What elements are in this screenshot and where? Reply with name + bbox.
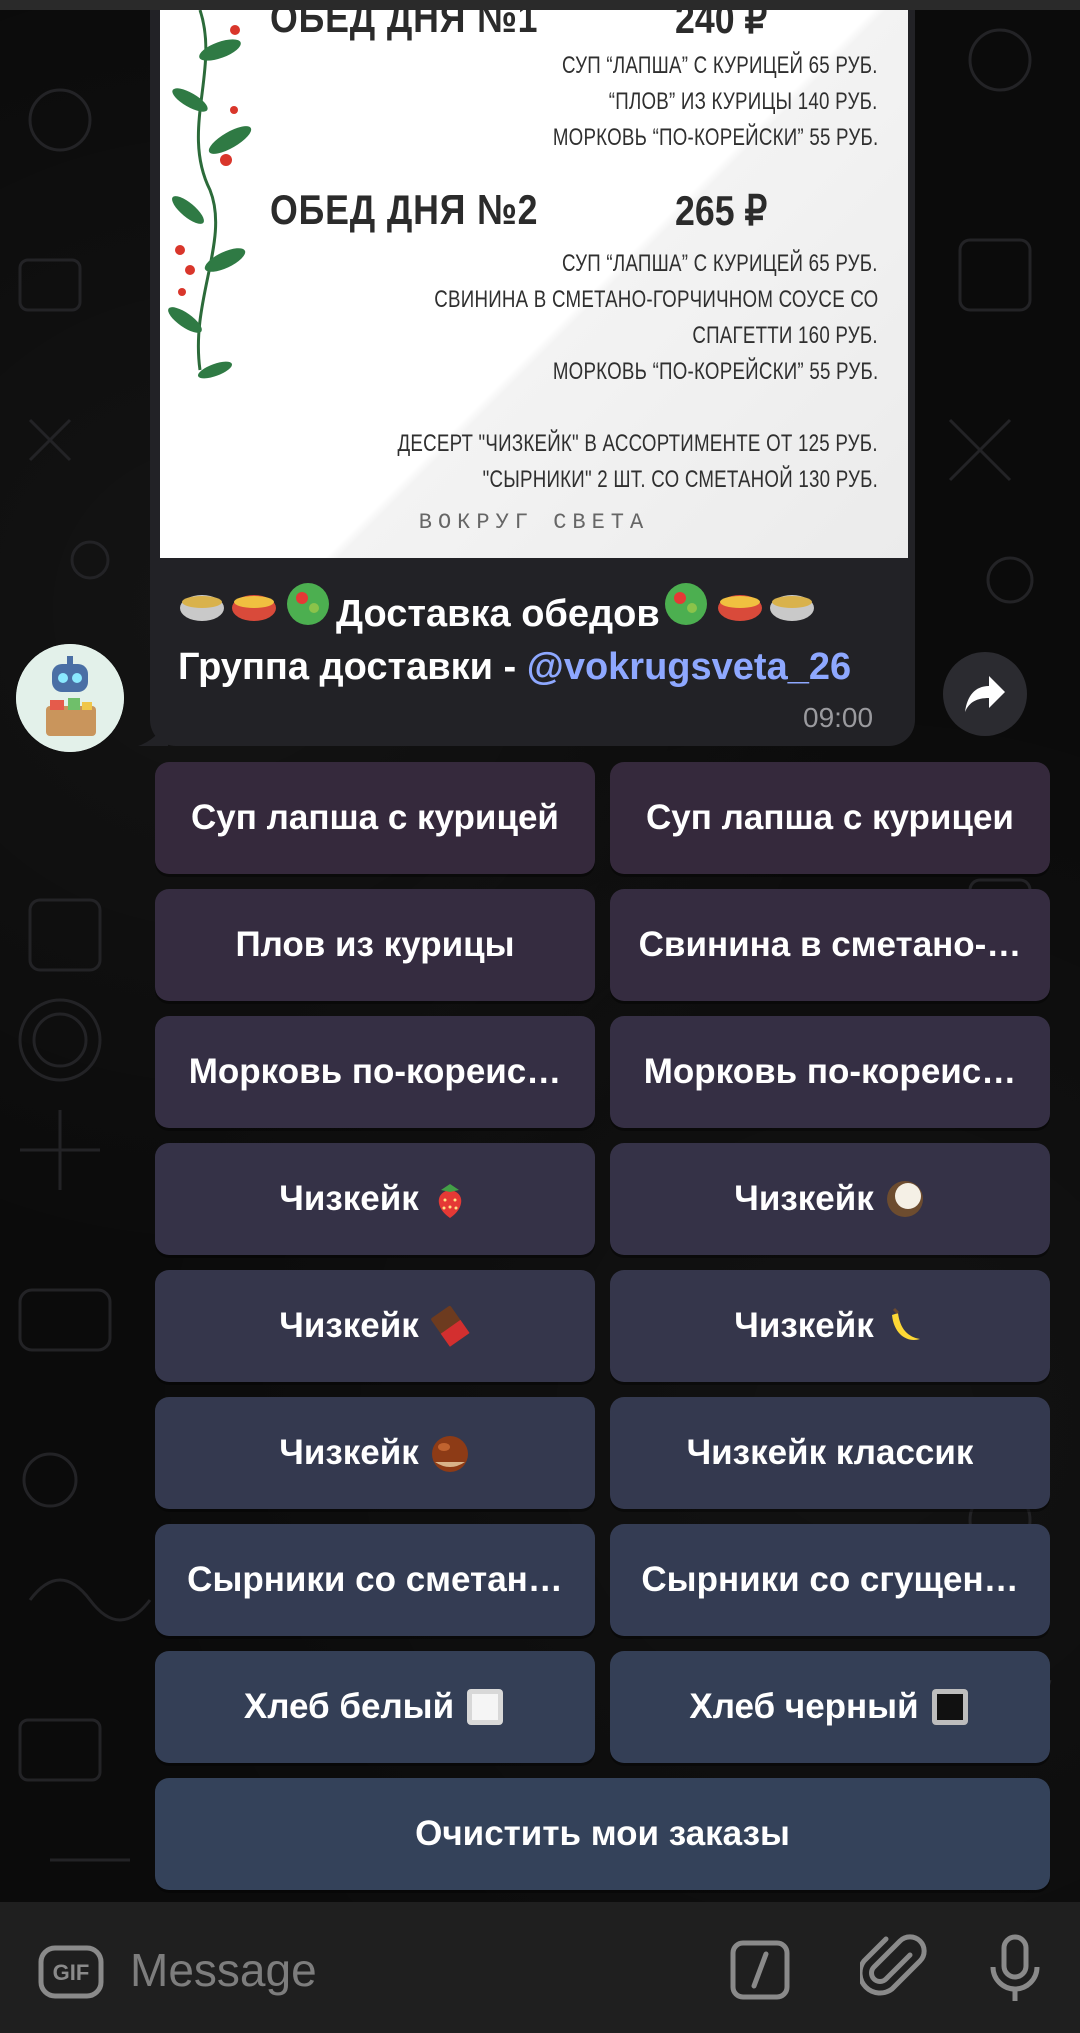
keyboard-button-label: Сырники со сгущен… (641, 1560, 1019, 1599)
strawberry-icon (438, 1184, 462, 1218)
message-time: 09:00 (803, 702, 874, 733)
lunch2-item: СУП “ЛАПША” С КУРИЦЕЙ 65 РУБ. (562, 250, 878, 277)
keyboard-button[interactable]: Морковь по-кореис… (155, 1016, 595, 1128)
keyboard-button[interactable]: Плов из курицы (155, 889, 595, 1001)
paperclip-icon[interactable] (860, 1933, 930, 2003)
keyboard-button-label: Чизкейк (279, 1306, 419, 1345)
keyboard-button-label: Морковь по-кореис… (643, 1052, 1017, 1091)
keyboard-button-label: Суп лапша с курицеи (646, 798, 1014, 837)
caption-line-2: Группа доставки - @vokrugsveta_26 (178, 641, 878, 694)
dessert-item: "СЫРНИКИ" 2 ШТ. СО СМЕТАНОЙ 130 РУБ. (482, 466, 878, 493)
lunch1-title: ОБЕД ДНЯ №1 (270, 10, 539, 41)
coconut-icon (886, 1181, 923, 1217)
keyboard-button[interactable]: Чизкейк (610, 1143, 1050, 1255)
food-emoji-icon (180, 583, 329, 625)
keyboard-button-label: Хлеб белый (243, 1687, 455, 1726)
keyboard-button-label: Плов из курицы (235, 925, 515, 964)
chestnut-icon (431, 1436, 468, 1472)
keyboard-button[interactable]: Чизкейк (155, 1270, 595, 1382)
clear-orders-label: Очистить мои заказы (415, 1814, 790, 1853)
keyboard-button-label: Чизкейк (734, 1179, 874, 1218)
keyboard-button[interactable]: Чизкейк классик (610, 1397, 1050, 1509)
lunch1-price: 240 ₽ (675, 10, 768, 42)
telegram-chat-screen: ОБЕД ДНЯ №1 240 ₽ СУП “ЛАПША” С КУРИЦЕЙ … (0, 0, 1080, 2033)
bubble-tail (138, 720, 168, 746)
banana-icon (891, 1307, 920, 1340)
keyboard-button-label: Чизкейк (279, 1179, 419, 1218)
keyboard-button[interactable]: Чизкейк (155, 1143, 595, 1255)
white-square-icon (467, 1689, 504, 1725)
share-arrow-icon (965, 676, 1005, 712)
caption-title: Доставка обедов (336, 593, 660, 635)
keyboard-button[interactable]: Сырники со сметан… (155, 1524, 595, 1636)
keyboard-button-label: Суп лапша с курицей (191, 798, 559, 837)
keyboard-button[interactable]: Свинина в сметано-… (610, 889, 1050, 1001)
microphone-icon[interactable] (985, 1933, 1045, 2005)
keyboard-button-label: Чизкейк (734, 1306, 874, 1345)
slash-command-icon[interactable] (730, 1940, 790, 2000)
message-caption: Доставка обедов Группа доставки - @vokru… (178, 578, 878, 694)
lunch2-title: ОБЕД ДНЯ №2 (270, 186, 539, 233)
caption-line-1: Доставка обедов (178, 578, 878, 641)
keyboard-button-label: Чизкейк классик (686, 1433, 974, 1472)
keyboard-button[interactable]: Чизкейк (610, 1270, 1050, 1382)
lunch1-item: “ПЛОВ” ИЗ КУРИЦЫ 140 РУБ. (609, 88, 878, 115)
share-button[interactable] (943, 652, 1027, 736)
keyboard-button[interactable]: Сырники со сгущен… (610, 1524, 1050, 1636)
keyboard-button-label: Чизкейк (279, 1433, 419, 1472)
menu-brand: ВОКРУГ СВЕТА (418, 510, 650, 535)
keyboard-button-label: Морковь по-кореис… (188, 1052, 562, 1091)
caption-prefix: Группа доставки - (178, 646, 527, 688)
keyboard-button[interactable]: Морковь по-кореис… (610, 1016, 1050, 1128)
keyboard-button[interactable]: Хлеб белый (155, 1651, 595, 1763)
lunch2-price: 265 ₽ (675, 187, 768, 234)
keyboard-button-label: Хлеб черный (689, 1687, 919, 1726)
message-input[interactable] (130, 1935, 690, 2005)
svg-text:GIF: GIF (53, 1960, 90, 1985)
lunch-menu-image[interactable]: ОБЕД ДНЯ №1 240 ₽ СУП “ЛАПША” С КУРИЦЕЙ … (160, 10, 908, 558)
vine-decoration (168, 10, 252, 379)
lunch1-item: СУП “ЛАПША” С КУРИЦЕЙ 65 РУБ. (562, 52, 878, 79)
keyboard-button[interactable]: Суп лапша с курицей (155, 762, 595, 874)
keyboard-button[interactable]: Чизкейк (155, 1397, 595, 1509)
clear-orders-button[interactable]: Очистить мои заказы (155, 1778, 1050, 1890)
lunch2-item: СПАГЕТТИ 160 РУБ. (692, 322, 878, 349)
keyboard-button[interactable]: Хлеб черный (610, 1651, 1050, 1763)
keyboard-button[interactable]: Суп лапша с курицеи (610, 762, 1050, 874)
gif-icon[interactable]: GIF (38, 1945, 104, 1999)
dessert-item: ДЕСЕРТ "ЧИЗКЕЙК" В АССОРТИМЕНТЕ ОТ 125 Р… (397, 430, 878, 457)
group-link[interactable]: @vokrugsveta_26 (527, 646, 851, 688)
food-emoji-icon (664, 583, 814, 625)
bot-avatar[interactable] (16, 644, 124, 752)
lunch2-item: МОРКОВЬ “ПО-КОРЕЙСКИ” 55 РУБ. (552, 358, 878, 385)
lunch2-item: СВИНИНА В СМЕТАНО-ГОРЧИЧНОМ СОУСЕ СО (433, 286, 878, 313)
lunch1-item: МОРКОВЬ “ПО-КОРЕЙСКИ” 55 РУБ. (552, 124, 878, 151)
keyboard-button-label: Сырники со сметан… (187, 1560, 563, 1599)
black-square-icon (931, 1689, 968, 1725)
chocolate-bar-icon (430, 1305, 470, 1347)
keyboard-button-label: Свинина в сметано-… (638, 925, 1022, 964)
